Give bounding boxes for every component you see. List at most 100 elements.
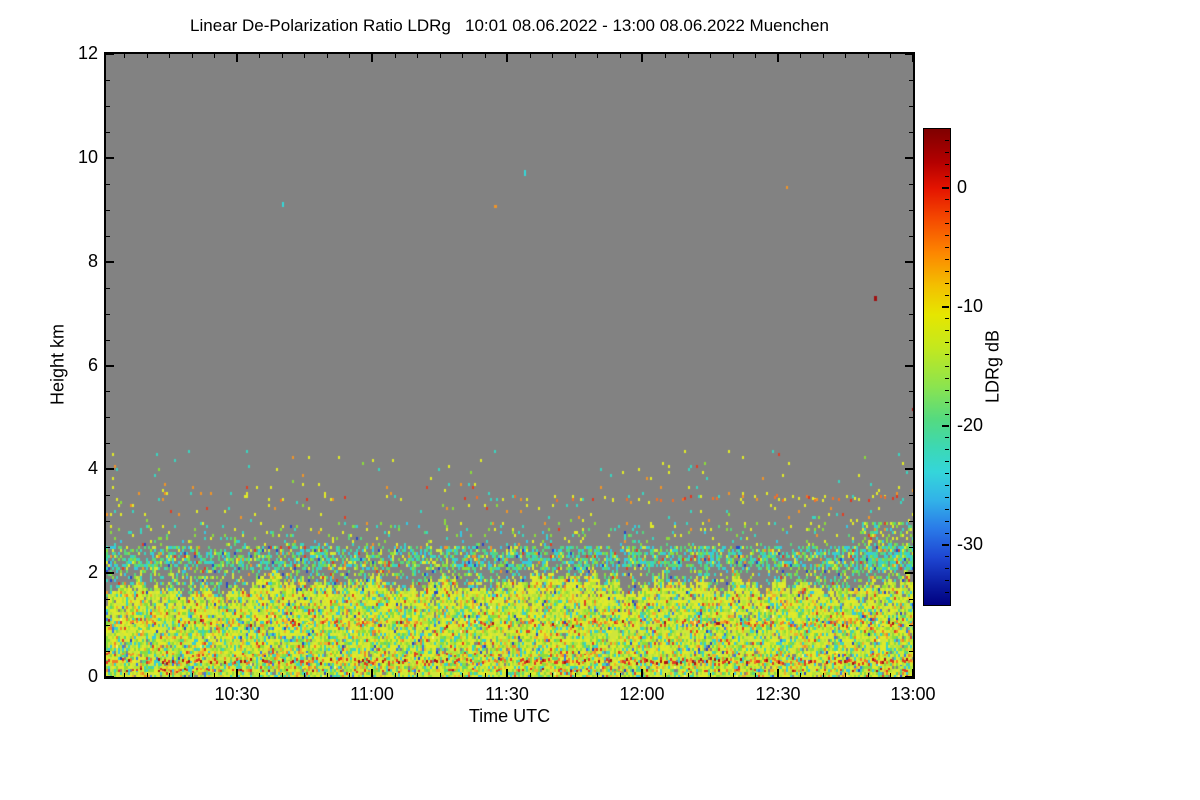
- y-tick-label: 4: [87, 458, 98, 478]
- x-major-tick: [777, 54, 779, 62]
- y-minor-tick: [909, 340, 913, 341]
- colorbar-tick: [945, 354, 949, 355]
- y-major-tick: [905, 572, 913, 574]
- x-minor-tick: [169, 673, 170, 677]
- x-minor-tick: [800, 54, 801, 58]
- x-minor-tick: [304, 54, 305, 58]
- colorbar-tick: [945, 378, 949, 379]
- y-major-tick: [905, 676, 913, 678]
- y-minor-tick: [106, 521, 110, 522]
- y-minor-tick: [909, 495, 913, 496]
- colorbar-tick: [945, 449, 949, 450]
- colorbar-tick: [945, 497, 949, 498]
- colorbar-tick: [945, 533, 949, 534]
- x-minor-tick: [395, 673, 396, 677]
- colorbar-tick: [945, 437, 949, 438]
- x-minor-tick: [485, 673, 486, 677]
- y-minor-tick: [909, 80, 913, 81]
- x-minor-tick: [868, 54, 869, 58]
- x-minor-tick: [597, 54, 598, 58]
- y-minor-tick: [106, 236, 110, 237]
- y-minor-tick: [909, 521, 913, 522]
- colorbar-tick: [942, 187, 949, 189]
- x-minor-tick: [575, 673, 576, 677]
- y-minor-tick: [909, 184, 913, 185]
- x-minor-tick: [755, 673, 756, 677]
- colorbar-tick: [945, 295, 949, 296]
- x-minor-tick: [440, 673, 441, 677]
- colorbar-tick: [945, 509, 949, 510]
- colorbar-tick: [945, 330, 949, 331]
- x-minor-tick: [192, 54, 193, 58]
- y-minor-tick: [909, 443, 913, 444]
- x-minor-tick: [440, 54, 441, 58]
- colorbar-tick: [945, 199, 949, 200]
- x-major-tick: [371, 54, 373, 62]
- colorbar-tick: [945, 473, 949, 474]
- x-minor-tick: [530, 673, 531, 677]
- colorbar-tick: [945, 342, 949, 343]
- y-minor-tick: [909, 210, 913, 211]
- colorbar-tick-label: -30: [957, 534, 984, 554]
- x-minor-tick: [845, 54, 846, 58]
- x-minor-tick: [890, 54, 891, 58]
- x-minor-tick: [597, 673, 598, 677]
- x-tick-label: 13:00: [890, 684, 936, 704]
- lidar-ldr-chart: Linear De-Polarization Ratio LDRg 10:01 …: [0, 0, 1200, 800]
- x-minor-tick: [823, 54, 824, 58]
- y-minor-tick: [106, 495, 110, 496]
- y-major-tick: [106, 468, 114, 470]
- x-minor-tick: [845, 673, 846, 677]
- y-major-tick: [905, 468, 913, 470]
- y-major-tick: [106, 676, 114, 678]
- colorbar-tick: [945, 485, 949, 486]
- y-minor-tick: [909, 625, 913, 626]
- colorbar-tick: [945, 402, 949, 403]
- y-minor-tick: [909, 547, 913, 548]
- x-tick-label: 12:30: [755, 684, 801, 704]
- y-minor-tick: [106, 391, 110, 392]
- colorbar-tick: [945, 414, 949, 415]
- x-minor-tick: [282, 673, 283, 677]
- y-minor-tick: [106, 599, 110, 600]
- x-minor-tick: [192, 673, 193, 677]
- x-minor-tick: [282, 54, 283, 58]
- x-minor-tick: [620, 54, 621, 58]
- x-minor-tick: [665, 54, 666, 58]
- x-minor-tick: [462, 673, 463, 677]
- y-minor-tick: [909, 391, 913, 392]
- x-tick-label: 10:30: [214, 684, 260, 704]
- x-minor-tick: [733, 673, 734, 677]
- x-minor-tick: [147, 54, 148, 58]
- x-major-tick: [641, 669, 643, 677]
- x-major-tick: [506, 669, 508, 677]
- y-minor-tick: [909, 599, 913, 600]
- x-minor-tick: [755, 54, 756, 58]
- x-minor-tick: [462, 54, 463, 58]
- x-minor-tick: [530, 54, 531, 58]
- x-minor-tick: [169, 54, 170, 58]
- y-major-tick: [905, 365, 913, 367]
- x-major-tick: [371, 669, 373, 677]
- y-major-tick: [905, 53, 913, 55]
- x-minor-tick: [688, 673, 689, 677]
- colorbar-tick: [945, 259, 949, 260]
- colorbar-tick: [945, 128, 949, 129]
- y-minor-tick: [106, 184, 110, 185]
- colorbar-tick: [945, 247, 949, 248]
- y-major-tick: [106, 53, 114, 55]
- colorbar-tick: [945, 318, 949, 319]
- y-minor-tick: [909, 236, 913, 237]
- x-tick-label: 11:00: [350, 684, 394, 704]
- y-minor-tick: [106, 340, 110, 341]
- y-minor-tick: [106, 106, 110, 107]
- x-minor-tick: [417, 673, 418, 677]
- y-minor-tick: [909, 314, 913, 315]
- x-axis-title: Time UTC: [468, 706, 551, 726]
- x-minor-tick: [733, 54, 734, 58]
- y-minor-tick: [106, 547, 110, 548]
- y-major-tick: [106, 365, 114, 367]
- colorbar-tick: [945, 366, 949, 367]
- x-minor-tick: [868, 673, 869, 677]
- x-minor-tick: [552, 673, 553, 677]
